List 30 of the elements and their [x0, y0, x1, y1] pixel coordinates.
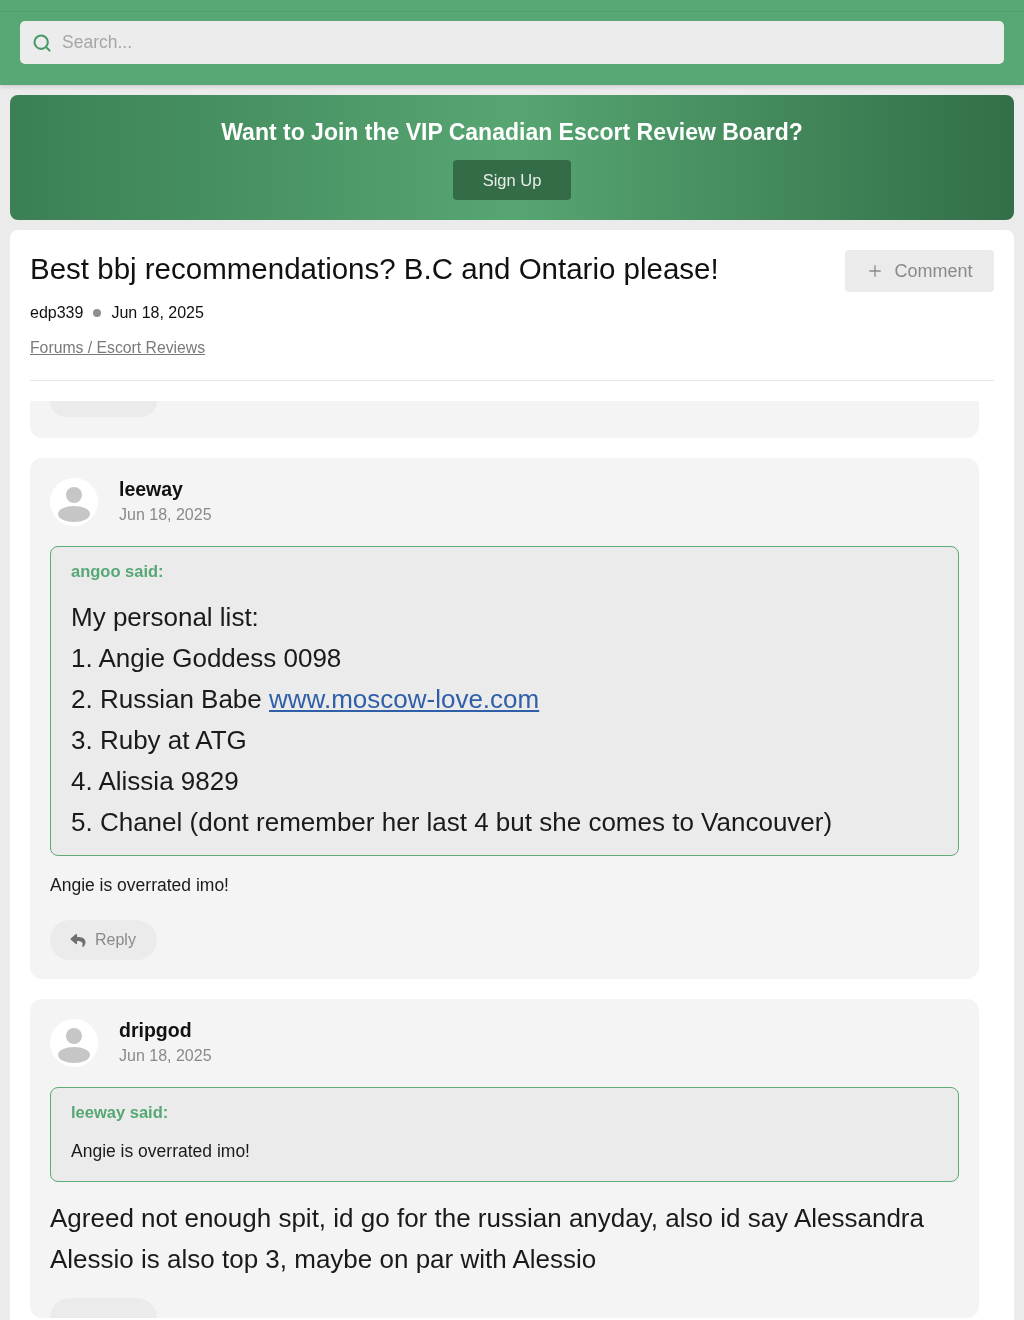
reply-button[interactable]: Reply: [50, 920, 157, 960]
sign-up-button[interactable]: Sign Up: [453, 160, 571, 200]
quote-author: angoo said:: [71, 561, 165, 581]
thread-author: edp339: [30, 303, 84, 323]
post-text: 3. Ruby at ATG: [71, 724, 248, 757]
thread-title: Best bbj recommendations? B.C and Ontario please!: [30, 251, 719, 287]
quote-author: leeway said:: [71, 1102, 170, 1122]
post-text: My personal list:: [71, 601, 260, 634]
post-text: Angie is overrated imo!: [50, 874, 230, 897]
avatar-icon: [50, 1019, 98, 1067]
comment-date: Jun 18, 2025: [119, 505, 212, 525]
thread-date: Jun 18, 2025: [111, 303, 204, 323]
avatar-icon: [50, 478, 98, 526]
comment-author: dripgod: [119, 1019, 193, 1041]
post-text: 4. Alissia 9829: [71, 765, 240, 798]
banner-title: Want to Join the VIP Canadian Escort Review Board?: [221, 118, 803, 147]
comment-button[interactable]: Comment: [845, 250, 994, 292]
comment-date: Jun 18, 2025: [119, 1046, 212, 1066]
comment-author: leeway: [119, 478, 184, 500]
post-text: Angie is overrated imo!: [71, 1140, 251, 1163]
search-icon: [32, 32, 52, 53]
post-text: 1. Angie Goddess 0098: [71, 642, 343, 675]
post-text: Agreed not enough spit, id go for the russian anyday, also id say Alessandra Alessio is also top 3, maybe on par with Alessio: [50, 1202, 925, 1276]
dot-icon: [93, 309, 102, 317]
search-field[interactable]: Search...: [20, 21, 1004, 64]
post-text: 2. Russian Babe www.moscow-love.com: [71, 683, 541, 716]
reply-icon: [69, 932, 87, 948]
post-text: 5. Chanel (dont remember her last 4 but she comes to Vancouver): [71, 806, 834, 839]
link[interactable]: www.moscow-love.com: [269, 684, 540, 714]
breadcrumb-link[interactable]: Forums / Escort Reviews: [30, 338, 206, 358]
